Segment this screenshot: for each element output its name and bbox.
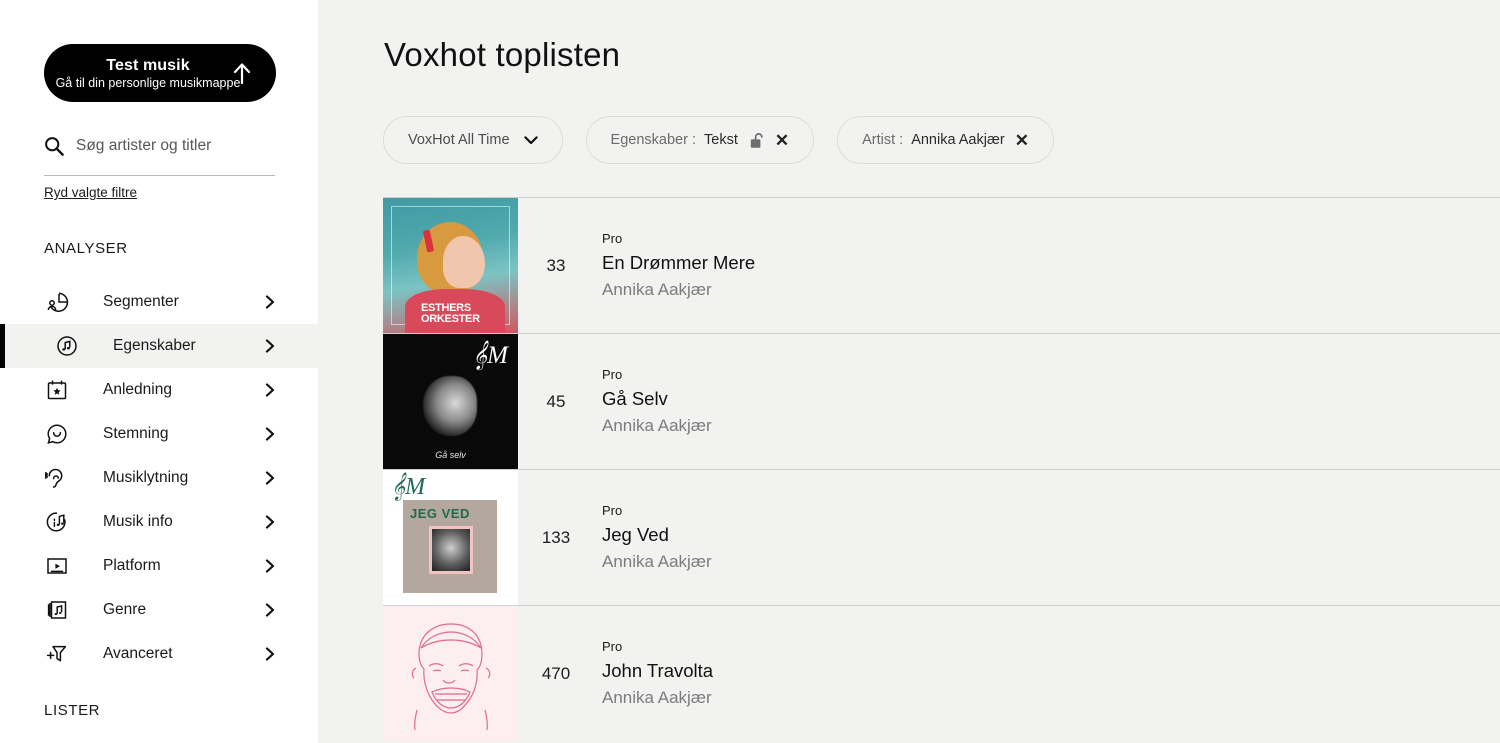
chevron-right-icon — [264, 339, 276, 353]
test-music-title: Test musik — [106, 56, 190, 74]
track-artist: Annika Aakjær — [602, 687, 712, 707]
section-heading-lister: LISTER — [44, 702, 101, 719]
sidebar-item-avanceret[interactable]: Avanceret — [0, 632, 318, 676]
filter-chip-value: Annika Aakjær — [911, 132, 1005, 148]
page-title: Voxhot toplisten — [384, 36, 621, 73]
sidebar-item-platform[interactable]: Platform — [0, 544, 318, 588]
track-meta: Pro John Travolta Annika Aakjær — [594, 606, 1500, 741]
track-artist: Annika Aakjær — [602, 551, 712, 571]
track-title: Jeg Ved — [602, 523, 669, 545]
sidebar-item-segmenter[interactable]: Segmenter — [0, 280, 318, 324]
track-meta: Pro Jeg Ved Annika Aakjær — [594, 470, 1500, 605]
music-note-circle-icon — [54, 333, 80, 359]
calendar-star-icon — [44, 377, 70, 403]
video-play-icon — [44, 553, 70, 579]
track-title: John Travolta — [602, 659, 714, 681]
app-root: Test musik Gå til din personlige musikma… — [0, 0, 1500, 743]
track-artist: Annika Aakjær — [602, 279, 712, 299]
track-rank: 45 — [546, 391, 566, 411]
track-rank: 133 — [541, 527, 571, 547]
info-note-icon — [44, 509, 70, 535]
sidebar-item-label: Genre — [103, 601, 147, 618]
album-art-esthers-orkester: ESTHERS ORKESTER — [383, 198, 518, 333]
chevron-right-icon — [264, 647, 276, 661]
sidebar-item-label: Musiklytning — [103, 469, 189, 486]
sidebar-item-anledning[interactable]: Anledning — [0, 368, 318, 412]
table-row[interactable]: 𝄞MGå selv 45 Pro Gå Selv Annika Aakjær 6… — [383, 334, 1500, 469]
sidebar-item-label: Stemning — [103, 425, 169, 442]
track-rank: 33 — [546, 255, 566, 275]
chevron-right-icon — [264, 559, 276, 573]
table-row[interactable]: 𝄞M JEG VED 133 Pro Jeg Ved Annika Aakjær… — [383, 470, 1500, 605]
chevron-right-icon — [264, 515, 276, 529]
main-content: Voxhot toplisten VoxHot All Time Egenska… — [318, 0, 1500, 743]
remove-filter-artist-icon[interactable]: ✕ — [1015, 132, 1029, 149]
sidebar-item-label: Musik info — [103, 513, 173, 530]
track-tag: Pro — [602, 366, 623, 382]
track-tag: Pro — [602, 230, 623, 246]
track-list: ESTHERS ORKESTER 33 Pro En Drømmer Mere A… — [383, 197, 1500, 741]
arrow-up-icon — [232, 62, 252, 85]
album-note-icon — [44, 597, 70, 623]
track-tag: Pro — [602, 502, 623, 518]
chevron-right-icon — [264, 603, 276, 617]
filter-chip-label: VoxHot All Time — [408, 132, 510, 148]
album-art-ga-selv: 𝄞M Gå selv — [383, 334, 518, 469]
filter-chip-key: Artist : — [862, 132, 904, 148]
chevron-right-icon — [264, 427, 276, 441]
filter-plus-icon — [44, 641, 70, 667]
track-rank: 470 — [541, 663, 571, 683]
remove-filter-egenskaber-icon[interactable]: ✕ — [775, 132, 789, 149]
track-meta: Pro En Drømmer Mere Annika Aakjær — [594, 198, 1500, 333]
table-row[interactable]: 470 Pro John Travolta Annika Aakjær 5.0 … — [383, 606, 1500, 741]
filter-chip-egenskaber[interactable]: Egenskaber : Tekst ✕ — [585, 116, 815, 164]
chevron-right-icon — [264, 383, 276, 397]
filter-chip-voxhot-all-time[interactable]: VoxHot All Time — [383, 116, 563, 164]
filter-chip-bar: VoxHot All Time Egenskaber : Tekst ✕ Art… — [383, 116, 1054, 164]
sidebar-item-label: Segmenter — [103, 293, 179, 310]
filter-chip-artist[interactable]: Artist : Annika Aakjær ✕ — [837, 116, 1054, 164]
sidebar-item-egenskaber[interactable]: Egenskaber — [0, 324, 318, 368]
album-art-john-travolta — [383, 606, 518, 741]
section-heading-analyser: ANALYSER — [44, 240, 128, 257]
sidebar-nav: Segmenter Egenskaber Anledning Stemning … — [0, 280, 318, 676]
sidebar-item-label: Avanceret — [103, 645, 173, 662]
sidebar: Test musik Gå til din personlige musikma… — [0, 0, 318, 743]
sidebar-item-label: Platform — [103, 557, 161, 574]
clear-filters-link[interactable]: Ryd valgte filtre — [44, 185, 137, 200]
search-field[interactable] — [44, 128, 276, 164]
filter-chip-value: Tekst — [704, 132, 738, 148]
smiley-bubble-icon — [44, 421, 70, 447]
sidebar-item-musik-info[interactable]: Musik info — [0, 500, 318, 544]
search-icon — [44, 136, 64, 156]
segments-pie-icon — [44, 289, 70, 315]
search-input[interactable] — [76, 137, 266, 155]
sidebar-item-label: Egenskaber — [113, 337, 196, 354]
album-art-jeg-ved: 𝄞M JEG VED — [383, 470, 518, 605]
sidebar-item-genre[interactable]: Genre — [0, 588, 318, 632]
track-artist: Annika Aakjær — [602, 415, 712, 435]
chevron-right-icon — [264, 295, 276, 309]
search-underline — [44, 175, 275, 176]
ear-listening-icon — [44, 465, 70, 491]
sidebar-item-stemning[interactable]: Stemning — [0, 412, 318, 456]
track-meta: Pro Gå Selv Annika Aakjær — [594, 334, 1500, 469]
chevron-down-icon — [523, 135, 538, 145]
track-title: En Drømmer Mere — [602, 251, 756, 273]
track-tag: Pro — [602, 638, 623, 654]
chevron-right-icon — [264, 471, 276, 485]
test-music-button[interactable]: Test musik Gå til din personlige musikma… — [44, 44, 276, 102]
sidebar-item-musiklytning[interactable]: Musiklytning — [0, 456, 318, 500]
filter-chip-key: Egenskaber : — [610, 132, 696, 148]
sidebar-item-label: Anledning — [103, 381, 172, 398]
track-title: Gå Selv — [602, 387, 668, 409]
unlock-icon[interactable] — [750, 132, 765, 149]
table-row[interactable]: ESTHERS ORKESTER 33 Pro En Drømmer Mere A… — [383, 198, 1500, 333]
test-music-subtitle: Gå til din personlige musikmappe — [55, 75, 241, 90]
